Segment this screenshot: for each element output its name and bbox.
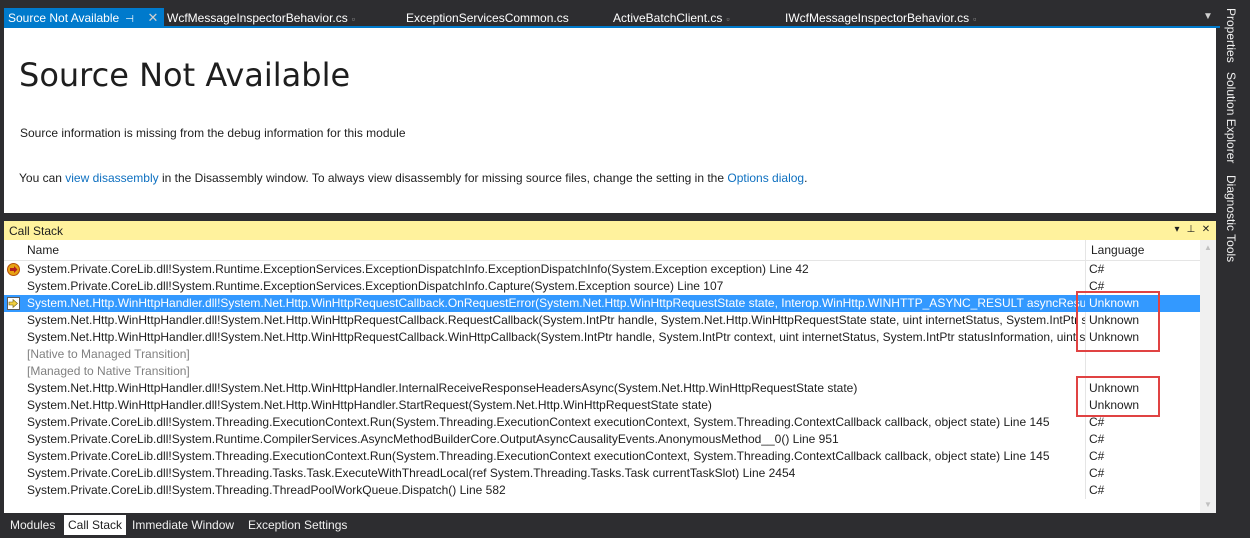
call-stack-header: Call Stack ▾ ⊥ ✕: [4, 221, 1216, 240]
column-divider: [1085, 448, 1086, 465]
pin-icon[interactable]: ⊣: [125, 14, 134, 25]
tab-iwcfmessageinspectorbehavior[interactable]: IWcfMessageInspectorBehavior.cs ▫: [785, 8, 976, 28]
table-row[interactable]: System.Private.CoreLib.dll!System.Runtim…: [4, 278, 1200, 295]
frame-name: System.Private.CoreLib.dll!System.Runtim…: [27, 432, 839, 446]
table-row[interactable]: System.Private.CoreLib.dll!System.Thread…: [4, 414, 1200, 431]
column-divider: [1085, 261, 1086, 278]
tab-label: WcfMessageInspectorBehavior.cs: [167, 11, 348, 25]
highlight-box: [1076, 291, 1160, 352]
highlight-box: [1076, 376, 1160, 417]
tab-modules[interactable]: Modules: [6, 515, 59, 535]
source-not-available-document: Source Not Available Source information …: [4, 28, 1216, 213]
tab-call-stack[interactable]: Call Stack: [64, 515, 127, 535]
tab-label: IWcfMessageInspectorBehavior.cs: [785, 11, 970, 25]
tab-activebatchclient[interactable]: ActiveBatchClient.cs ▫: [613, 8, 730, 28]
table-row[interactable]: [Managed to Native Transition]: [4, 363, 1200, 380]
frame-name: System.Net.Http.WinHttpHandler.dll!Syste…: [27, 381, 858, 395]
hint-middle: in the Disassembly window. To always vie…: [158, 171, 728, 185]
table-row[interactable]: System.Net.Http.WinHttpHandler.dll!Syste…: [4, 295, 1200, 312]
frame-name: System.Private.CoreLib.dll!System.Thread…: [27, 449, 1050, 463]
frame-name: System.Private.CoreLib.dll!System.Thread…: [27, 483, 506, 497]
exception-arrow-icon: [7, 263, 20, 276]
table-row[interactable]: System.Net.Http.WinHttpHandler.dll!Syste…: [4, 380, 1200, 397]
frame-language: C#: [1089, 466, 1105, 480]
tab-immediate-window[interactable]: Immediate Window: [128, 515, 238, 535]
pin-icon[interactable]: ⊥: [1184, 223, 1198, 237]
table-row[interactable]: System.Private.CoreLib.dll!System.Thread…: [4, 465, 1200, 482]
window-options-dropdown-icon[interactable]: ▾: [1170, 223, 1184, 237]
call-stack-title: Call Stack: [9, 224, 64, 238]
side-tool-tabs: Properties Solution Explorer Diagnostic …: [1220, 0, 1250, 538]
document-tab-strip: Source Not Available ⊣ ✕ WcfMessageInspec…: [0, 0, 1220, 28]
lock-icon: ▫: [726, 14, 730, 24]
call-stack-window: Call Stack ▾ ⊥ ✕ Name Language System.Pr…: [4, 221, 1216, 513]
call-stack-rows: System.Private.CoreLib.dll!System.Runtim…: [4, 261, 1200, 499]
close-icon[interactable]: ✕: [145, 8, 161, 28]
pin-icon[interactable]: ▫: [352, 14, 355, 24]
frame-name: System.Net.Http.WinHttpHandler.dll!Syste…: [27, 330, 1085, 344]
frame-language: C#: [1089, 483, 1105, 497]
table-row[interactable]: System.Private.CoreLib.dll!System.Thread…: [4, 448, 1200, 465]
source-missing-message: Source information is missing from the d…: [20, 126, 406, 140]
table-row[interactable]: System.Private.CoreLib.dll!System.Runtim…: [4, 431, 1200, 448]
options-dialog-link[interactable]: Options dialog: [727, 171, 804, 185]
frame-name: [Managed to Native Transition]: [27, 364, 190, 378]
table-row[interactable]: [Native to Managed Transition]: [4, 346, 1200, 363]
tab-source-not-available[interactable]: Source Not Available ⊣: [4, 8, 164, 28]
frame-language: C#: [1089, 432, 1105, 446]
current-frame-arrow-icon: [7, 297, 20, 310]
tab-exception-settings[interactable]: Exception Settings: [244, 515, 351, 535]
frame-language: C#: [1089, 449, 1105, 463]
disassembly-hint: You can view disassembly in the Disassem…: [19, 171, 807, 185]
frame-name: [Native to Managed Transition]: [27, 347, 190, 361]
table-row[interactable]: System.Net.Http.WinHttpHandler.dll!Syste…: [4, 397, 1200, 414]
hint-suffix: .: [804, 171, 808, 185]
column-header: Name Language: [4, 240, 1200, 261]
column-divider[interactable]: [1085, 240, 1086, 260]
column-divider: [1085, 431, 1086, 448]
frame-name: System.Private.CoreLib.dll!System.Thread…: [27, 466, 796, 480]
table-row[interactable]: System.Net.Http.WinHttpHandler.dll!Syste…: [4, 312, 1200, 329]
tab-properties[interactable]: Properties: [1224, 8, 1238, 63]
tab-overflow-dropdown-icon[interactable]: ▼: [1200, 9, 1216, 25]
vertical-scrollbar[interactable]: ▲ ▼: [1200, 240, 1216, 513]
page-title: Source Not Available: [19, 56, 351, 94]
tab-wcfmessageinspectorbehavior[interactable]: WcfMessageInspectorBehavior.cs ▫: [167, 8, 355, 28]
tab-diagnostic-tools[interactable]: Diagnostic Tools: [1224, 175, 1238, 262]
view-disassembly-link[interactable]: view disassembly: [65, 171, 158, 185]
column-language-header[interactable]: Language: [1091, 243, 1144, 257]
tab-label: ActiveBatchClient.cs: [613, 11, 723, 25]
lock-icon: ▫: [973, 14, 977, 24]
table-row[interactable]: System.Private.CoreLib.dll!System.Runtim…: [4, 261, 1200, 278]
frame-name: System.Net.Http.WinHttpHandler.dll!Syste…: [27, 296, 1085, 310]
frame-name: System.Private.CoreLib.dll!System.Runtim…: [27, 279, 724, 293]
table-row[interactable]: System.Net.Http.WinHttpHandler.dll!Syste…: [4, 329, 1200, 346]
column-divider: [1085, 465, 1086, 482]
tab-exceptionservicescommon[interactable]: ExceptionServicesCommon.cs: [406, 8, 569, 28]
frame-name: System.Net.Http.WinHttpHandler.dll!Syste…: [27, 398, 712, 412]
close-icon[interactable]: ✕: [1199, 223, 1213, 237]
scroll-up-icon[interactable]: ▲: [1200, 240, 1216, 256]
bottom-tool-tabs: Modules Call Stack Immediate Window Exce…: [4, 513, 1216, 538]
frame-name: System.Private.CoreLib.dll!System.Thread…: [27, 415, 1050, 429]
hint-prefix: You can: [19, 171, 66, 185]
frame-language: C#: [1089, 262, 1105, 276]
tab-label: Source Not Available: [8, 11, 120, 25]
frame-name: System.Net.Http.WinHttpHandler.dll!Syste…: [27, 313, 1085, 327]
column-name-header[interactable]: Name: [27, 243, 59, 257]
tab-label: ExceptionServicesCommon.cs: [406, 11, 569, 25]
table-row[interactable]: System.Private.CoreLib.dll!System.Thread…: [4, 482, 1200, 499]
tab-solution-explorer[interactable]: Solution Explorer: [1224, 72, 1238, 163]
frame-name: System.Private.CoreLib.dll!System.Runtim…: [27, 262, 809, 276]
scroll-down-icon[interactable]: ▼: [1200, 497, 1216, 513]
column-divider: [1085, 482, 1086, 499]
